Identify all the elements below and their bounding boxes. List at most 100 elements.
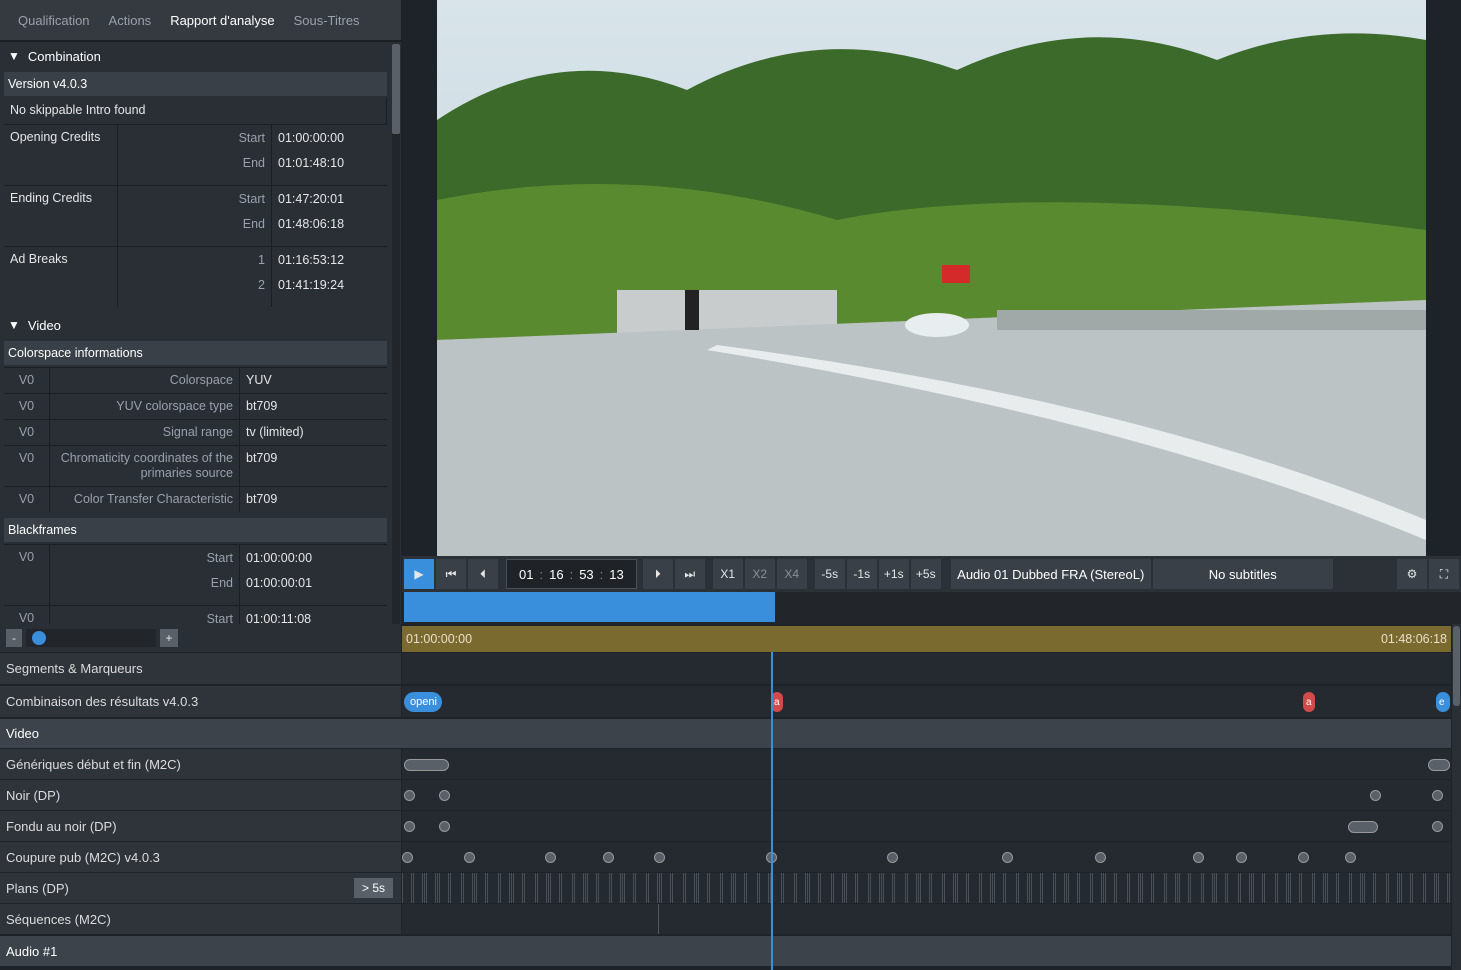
video-track-header[interactable]: Video (0, 719, 1451, 748)
tab-actions[interactable]: Actions (109, 13, 152, 28)
video-section[interactable]: ▼ Video (0, 311, 401, 339)
shot-cut (1364, 873, 1365, 903)
skip-end-button[interactable]: ⏭ (674, 559, 705, 589)
track-lane[interactable] (402, 904, 1451, 934)
jump-minus1-button[interactable]: -1s (846, 559, 877, 589)
playhead[interactable] (771, 652, 773, 970)
event-dot[interactable] (402, 852, 413, 863)
shot-cut (905, 873, 906, 903)
video-viewer[interactable] (437, 0, 1426, 556)
zoom-slider[interactable] (26, 629, 156, 647)
shot-cut (648, 873, 649, 903)
shot-cut (513, 873, 514, 903)
skip-start-button[interactable]: ⏮ (436, 559, 466, 589)
row-value: 01:41:19:24 (278, 278, 345, 292)
next-frame-button[interactable]: ⏵ (642, 559, 673, 589)
channel-label: V0 (4, 606, 50, 624)
analysis-panel: Qualification Actions Rapport d'analyse … (0, 0, 401, 624)
collapse-triangle-icon[interactable]: ▼ (8, 49, 20, 63)
event-dot[interactable] (1345, 852, 1356, 863)
track-lane[interactable] (402, 811, 1451, 841)
event-dot[interactable] (1432, 821, 1443, 832)
row-value: 01:00:11:08 (246, 612, 312, 624)
tab-rapport[interactable]: Rapport d'analyse (170, 13, 274, 28)
jump-plus5-button[interactable]: +5s (910, 559, 941, 589)
marker-ending[interactable]: e (1436, 692, 1450, 712)
segment-block[interactable] (404, 759, 449, 771)
shot-cut (1425, 873, 1426, 903)
track-lane[interactable] (402, 873, 1451, 903)
track-lane[interactable] (402, 780, 1451, 810)
segment-block[interactable] (1428, 759, 1450, 771)
plans-filter-select[interactable]: > 5s (353, 878, 393, 898)
event-dot[interactable] (464, 852, 475, 863)
combination-section[interactable]: ▼ Combination (0, 42, 401, 70)
timeline-scrollbar[interactable] (1452, 624, 1461, 970)
zoom-out-button[interactable]: - (6, 629, 22, 647)
marker-ad-break[interactable]: a (1303, 692, 1315, 712)
shot-cut (744, 873, 745, 903)
track-lane[interactable] (402, 749, 1451, 779)
speed-x2-button[interactable]: X2 (744, 559, 775, 589)
colorspace-title: Colorspace informations (4, 341, 387, 365)
jump-minus5-button[interactable]: -5s (814, 559, 845, 589)
audio-select[interactable]: Audio 01 Dubbed FRA (StereoL) (950, 559, 1151, 589)
event-dot[interactable] (404, 790, 415, 801)
audio-track-header[interactable]: Audio #1 (0, 936, 1451, 966)
channel-label: V0 (4, 420, 50, 445)
jump-plus1-button[interactable]: +1s (878, 559, 909, 589)
shot-cut (894, 873, 895, 903)
timecode-display[interactable]: 01: 16: 53: 13 (506, 559, 637, 589)
fullscreen-button[interactable]: ⛶ (1429, 559, 1459, 589)
speed-x1-button[interactable]: X1 (712, 559, 743, 589)
row-values: 01:00:00:00 01:00:00:01 (240, 545, 387, 605)
track-lane[interactable] (402, 842, 1451, 872)
event-dot[interactable] (404, 821, 415, 832)
event-dot[interactable] (1095, 852, 1106, 863)
event-dot[interactable] (1236, 852, 1247, 863)
event-dot[interactable] (1002, 852, 1013, 863)
track-label: Génériques début et fin (M2C) (0, 749, 401, 779)
subtitle-select[interactable]: No subtitles (1152, 559, 1333, 589)
player-controls: ▶ ⏮ ⏴ 01: 16: 53: 13 ⏵ ⏭ X1 X2 X4 -5s -1… (402, 556, 1461, 592)
zoom-handle[interactable] (32, 631, 46, 645)
shot-cut (1362, 873, 1363, 903)
progress-bar[interactable] (402, 592, 1461, 624)
event-dot[interactable] (1432, 790, 1443, 801)
settings-button[interactable]: ⚙ (1397, 559, 1427, 589)
row-values: 01:16:53:12 01:41:19:24 (272, 247, 387, 307)
event-dot[interactable] (654, 852, 665, 863)
row-key: 2 (258, 278, 265, 292)
track-name: Fondu au noir (DP) (6, 818, 117, 834)
blackframes-title: Blackframes (4, 518, 387, 542)
play-button[interactable]: ▶ (404, 559, 434, 589)
shot-cut (1079, 873, 1080, 903)
segment-block[interactable] (1348, 821, 1378, 833)
shot-cut (498, 873, 499, 903)
marker-opening[interactable]: openi (404, 692, 442, 712)
timeline-ruler[interactable]: 01:00:00:00 01:48:06:18 (402, 626, 1451, 652)
zoom-in-button[interactable]: + (160, 629, 178, 647)
shot-cut (1227, 873, 1228, 903)
row-label: Opening Credits (4, 125, 118, 185)
event-dot[interactable] (603, 852, 614, 863)
tab-sous-titres[interactable]: Sous-Titres (294, 13, 360, 28)
collapse-triangle-icon[interactable]: ▼ (8, 318, 20, 332)
event-dot[interactable] (1193, 852, 1204, 863)
event-dot[interactable] (887, 852, 898, 863)
track-name: Génériques début et fin (M2C) (6, 756, 181, 772)
event-dot[interactable] (1298, 852, 1309, 863)
tab-qualification[interactable]: Qualification (18, 13, 90, 28)
shot-cut (1127, 873, 1128, 903)
prev-frame-button[interactable]: ⏴ (468, 559, 498, 589)
shot-cut (659, 873, 660, 903)
shot-cut (548, 873, 549, 903)
event-dot[interactable] (439, 790, 450, 801)
shot-cut (1003, 873, 1004, 903)
event-dot[interactable] (439, 821, 450, 832)
left-scrollbar[interactable] (392, 44, 400, 624)
event-dot[interactable] (545, 852, 556, 863)
speed-x4-button[interactable]: X4 (776, 559, 807, 589)
shot-cut (1203, 873, 1204, 903)
event-dot[interactable] (1370, 790, 1381, 801)
